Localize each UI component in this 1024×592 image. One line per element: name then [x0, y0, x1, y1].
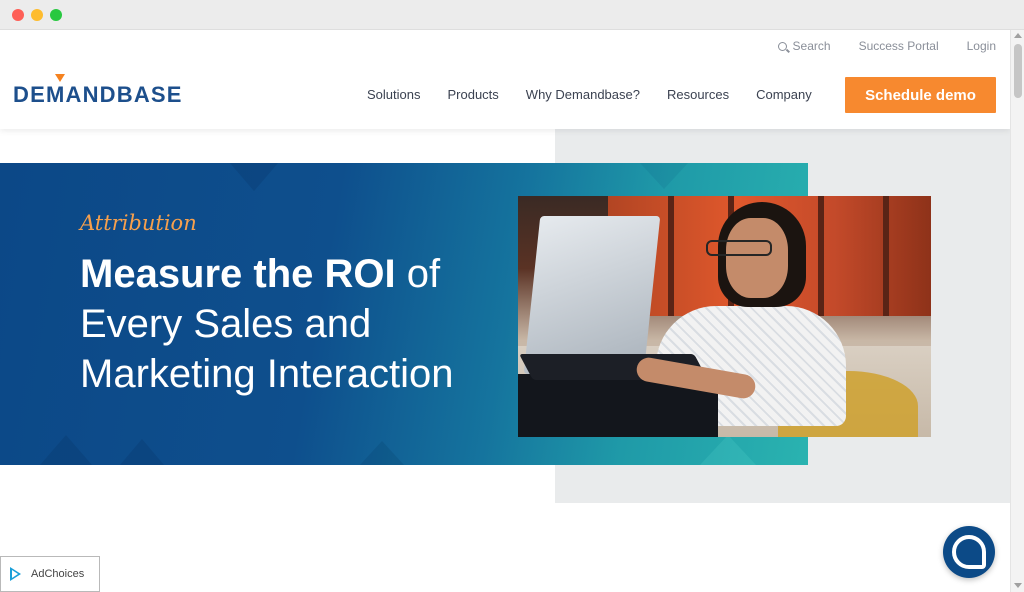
utility-nav: Search Success Portal Login [777, 38, 996, 54]
page-scrollbar[interactable] [1010, 30, 1024, 592]
utility-search[interactable]: Search [777, 39, 831, 53]
nav-item-resources[interactable]: Resources [667, 87, 729, 102]
scrollbar-thumb[interactable] [1014, 44, 1022, 98]
minimize-window-button[interactable] [31, 9, 43, 21]
decorative-triangle [230, 163, 278, 191]
logo-mark-icon [55, 74, 65, 82]
nav-item-solutions[interactable]: Solutions [367, 87, 420, 102]
photo-person-face [726, 218, 788, 298]
site-header: Search Success Portal Login DEMANDBASE S… [0, 30, 1010, 129]
decorative-triangle [40, 435, 92, 465]
hero-headline: Measure the ROI of Every Sales and Marke… [80, 249, 500, 399]
photo-glasses [706, 240, 772, 256]
search-icon [777, 41, 787, 51]
photo-laptop-screen [523, 216, 661, 374]
nav-item-products[interactable]: Products [447, 87, 498, 102]
decorative-triangle [120, 439, 164, 465]
schedule-demo-button[interactable]: Schedule demo [845, 77, 996, 113]
adchoices-label: AdChoices [31, 568, 85, 580]
adchoices-badge[interactable]: AdChoices [0, 556, 100, 592]
utility-login-link[interactable]: Login [967, 39, 996, 53]
utility-search-label: Search [792, 39, 831, 53]
hero-photo-woman-with-laptop [518, 196, 931, 437]
title-bar [0, 0, 1024, 30]
scroll-down-arrow-icon[interactable] [1014, 583, 1022, 588]
nav-item-company[interactable]: Company [756, 87, 812, 102]
close-window-button[interactable] [12, 9, 24, 21]
utility-success-portal-link[interactable]: Success Portal [859, 39, 939, 53]
photo-window-frame [668, 196, 674, 316]
decorative-triangle [700, 435, 756, 465]
chat-widget-button[interactable] [943, 526, 995, 578]
adchoices-play-icon [9, 567, 23, 581]
decorative-triangle [360, 441, 404, 465]
hero-headline-bold: Measure the ROI [80, 252, 396, 296]
site-logo[interactable]: DEMANDBASE [13, 82, 183, 108]
nav-item-why-demandbase[interactable]: Why Demandbase? [526, 87, 640, 102]
page-viewport: Search Success Portal Login DEMANDBASE S… [0, 30, 1010, 592]
maximize-window-button[interactable] [50, 9, 62, 21]
hero-eyebrow: Attribution [80, 211, 197, 235]
photo-window-frame [818, 196, 824, 316]
scroll-up-arrow-icon[interactable] [1014, 33, 1022, 38]
main-nav: Solutions Products Why Demandbase? Resou… [367, 87, 812, 102]
photo-window-frame [883, 196, 889, 316]
chat-bubble-icon [952, 535, 986, 569]
browser-window: Search Success Portal Login DEMANDBASE S… [0, 0, 1024, 592]
decorative-triangle [640, 163, 688, 189]
